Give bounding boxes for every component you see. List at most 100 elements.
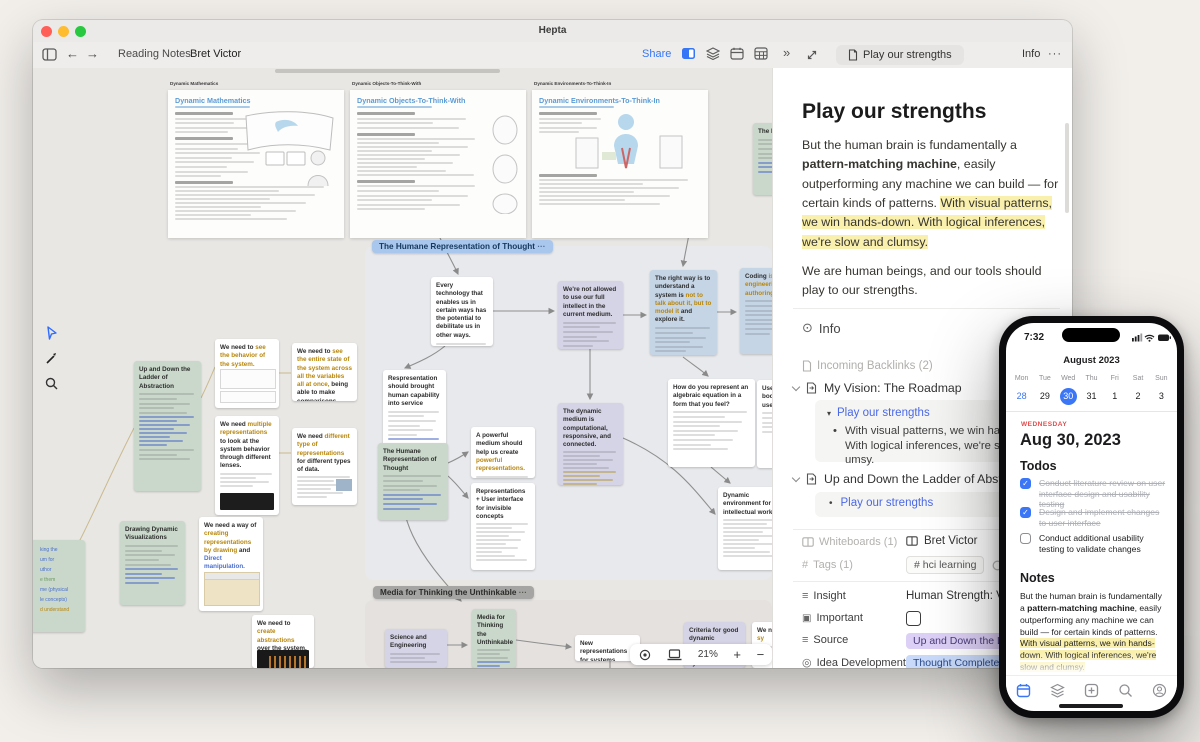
backlink-note-link[interactable]: Play our strengths	[837, 407, 930, 419]
calendar-day-selected[interactable]: 30	[1057, 386, 1080, 405]
card-media-thinking-unthinkable[interactable]: Media for Thinking the Unthinkable	[472, 609, 516, 668]
card-every-technology[interactable]: Every technology that enables us in cert…	[431, 277, 493, 346]
calendar-day[interactable]: 31	[1080, 391, 1103, 401]
calendar-day[interactable]: 2	[1126, 391, 1149, 401]
note-body[interactable]: But the human brain is fundamentally a p…	[802, 136, 1060, 301]
titlebar[interactable]: Hepta	[33, 20, 1072, 42]
calendar-day[interactable]: 29	[1033, 391, 1056, 401]
zoom-in-button[interactable]: +	[733, 647, 741, 662]
doc-heading-skeleton	[357, 180, 415, 183]
whiteboards-value[interactable]: Bret Victor	[906, 535, 977, 547]
card-not-allowed[interactable]: We're not allowed to use our full intell…	[558, 281, 623, 349]
backlink-doc-icon	[806, 382, 817, 394]
zoom-level[interactable]: 21%	[698, 649, 718, 660]
tab-profile-icon[interactable]	[1152, 683, 1167, 698]
calendar-day[interactable]: 3	[1150, 391, 1173, 401]
card-different-types[interactable]: We need different type of representation…	[292, 428, 357, 505]
card-creating-representations[interactable]: We need a way of creating representation…	[199, 517, 263, 611]
card-dynamic-medium[interactable]: The dynamic medium is computational, res…	[558, 403, 623, 485]
idea-status-pill[interactable]: Thought Complete	[906, 655, 1006, 668]
doc-label[interactable]: Dynamic Mathematics	[170, 81, 218, 86]
section-label-media[interactable]: Media for Thinking the Unthinkable ···	[373, 586, 534, 599]
card-representations-user-interface[interactable]: Representations + User interface for inv…	[471, 483, 535, 570]
card-text-fragment: le concepts)	[40, 595, 80, 605]
card-powerful-medium[interactable]: A powerful medium should help us create …	[471, 427, 535, 478]
card-title-highlight: powerful representations.	[476, 457, 525, 472]
card-entire-state[interactable]: We need to see the entire state of the s…	[292, 343, 357, 401]
info-button[interactable]: Info	[1022, 48, 1040, 60]
doc-label[interactable]: Dynamic Environments-To-Think-In	[534, 81, 611, 86]
expand-note-icon[interactable]	[806, 49, 818, 61]
card-science-engineering[interactable]: Science and Engineering	[385, 629, 447, 668]
card-title: and	[237, 547, 250, 554]
card-title: Up and Down the Ladder of Abstraction	[139, 366, 196, 391]
section-more-icon[interactable]: ···	[519, 588, 527, 597]
card-see-behavior[interactable]: We need to see the behavior of the syste…	[215, 339, 279, 408]
info-section-header[interactable]: ⊙ Info	[802, 320, 841, 336]
whiteboard-canvas[interactable]: Dynamic Mathematics Dynamic Mathematics …	[33, 68, 772, 668]
zoom-out-button[interactable]: −	[757, 647, 765, 662]
note-tab-pill[interactable]: Play our strengths	[836, 45, 964, 65]
back-icon[interactable]: ←	[66, 46, 79, 61]
tab-reading-notes[interactable]: Reading Notes	[118, 48, 191, 60]
tab-bret-victor[interactable]: Bret Victor	[190, 48, 241, 60]
panel-collapse-icon[interactable]: »	[783, 45, 790, 60]
checkbox-checked-icon[interactable]: ✓	[1020, 507, 1031, 518]
chevron-down-icon[interactable]	[792, 473, 800, 481]
tab-add-icon[interactable]	[1084, 683, 1099, 698]
insight-label: ≡Insight	[802, 590, 846, 602]
card-coding[interactable]: Coding is goo engineering, authoring	[740, 268, 772, 354]
document-dynamic-mathematics[interactable]: Dynamic Mathematics	[168, 90, 344, 238]
todo-item[interactable]: ✓ Conduct literature review on user inte…	[1020, 478, 1168, 510]
tab-calendar-icon[interactable]	[1016, 683, 1031, 698]
panel-scrollbar[interactable]	[1065, 123, 1069, 213]
important-checkbox[interactable]	[906, 611, 921, 626]
sidebar-toggle-icon[interactable]	[42, 48, 57, 61]
card-multiple-representations[interactable]: We need multiple representations to look…	[215, 416, 279, 515]
card-the-future[interactable]: The Fut	[753, 123, 772, 195]
share-button[interactable]: Share	[642, 48, 671, 60]
card-drawing-dynamic-visualizations[interactable]: Drawing Dynamic Visualizations	[120, 521, 185, 605]
card-use-the-body[interactable]: Use the t body is a used.	[757, 380, 772, 468]
present-device-icon[interactable]	[667, 649, 682, 661]
card-right-way[interactable]: The right way is to understand a system …	[650, 270, 717, 355]
pen-tool-icon[interactable]	[45, 352, 58, 365]
checkbox-checked-icon[interactable]: ✓	[1020, 478, 1031, 489]
layers-icon[interactable]	[706, 47, 720, 60]
home-indicator[interactable]	[1059, 704, 1123, 708]
calendar-day[interactable]: 1	[1103, 391, 1126, 401]
backlink-row-my-vision[interactable]: My Vision: The Roadmap	[793, 381, 962, 395]
idea-development-value[interactable]: Thought Complete	[906, 653, 1006, 668]
triangle-marker-icon[interactable]: ▾	[827, 409, 831, 418]
card-humane-representation[interactable]: The Humane Representation of Thought	[378, 443, 448, 520]
more-options-button[interactable]: ···	[1048, 48, 1062, 60]
search-tool-icon[interactable]	[45, 377, 58, 390]
select-cursor-tool-icon[interactable]	[45, 326, 58, 340]
presentation-eye-icon[interactable]	[638, 649, 652, 661]
chevron-down-icon[interactable]	[792, 382, 800, 390]
card-left-partial[interactable]: king the um for uthor e them me (physica…	[33, 540, 85, 632]
todo-item[interactable]: Conduct additional usability testing to …	[1020, 533, 1168, 554]
card-ladder-of-abstraction[interactable]: Up and Down the Ladder of Abstraction	[134, 361, 201, 491]
tab-search-icon[interactable]	[1118, 683, 1133, 698]
backlink-note-link[interactable]: Play our strengths	[841, 497, 934, 509]
card-create-abstractions[interactable]: We need to create abstractions over the …	[252, 615, 314, 668]
doc-label[interactable]: Dynamic Objects-To-Think-With	[352, 81, 421, 86]
section-label-humane[interactable]: The Humane Representation of Thought ···	[372, 240, 553, 253]
tab-cards-icon[interactable]	[1050, 683, 1065, 698]
document-dynamic-objects[interactable]: Dynamic Objects-To-Think-With	[350, 90, 526, 238]
section-more-icon[interactable]: ···	[537, 242, 545, 251]
whiteboard-name[interactable]: Bret Victor	[924, 535, 977, 547]
todo-item[interactable]: ✓ Design and implement changes to user i…	[1020, 507, 1168, 528]
calendar-day[interactable]: 28	[1010, 391, 1033, 401]
note-title[interactable]: Play our strengths	[802, 100, 986, 124]
document-dynamic-environments[interactable]: Dynamic Environments-To-Think-In	[532, 90, 708, 238]
card-dynamic-environment[interactable]: Dynamic environment for intellectual wor…	[718, 487, 772, 570]
table-view-icon[interactable]	[754, 47, 768, 60]
tag-pill[interactable]: # hci learning	[906, 556, 984, 574]
card-algebraic-equation[interactable]: How do you represent an algebraic equati…	[668, 379, 755, 467]
forward-icon[interactable]: →	[86, 46, 99, 61]
calendar-icon[interactable]	[730, 47, 744, 60]
panel-toggle-icon[interactable]	[681, 47, 696, 60]
checkbox-unchecked-icon[interactable]	[1020, 533, 1031, 544]
